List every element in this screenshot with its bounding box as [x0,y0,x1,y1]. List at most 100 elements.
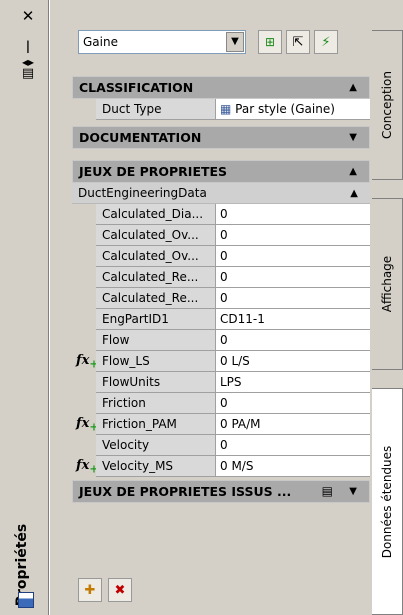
property-name: Velocity_MS [96,456,216,477]
property-value[interactable]: 0 [216,225,370,246]
row-gutter [72,99,96,120]
section-classification-header[interactable]: CLASSIFICATION ▲ [72,76,370,99]
property-name: Flow [96,330,216,351]
property-value[interactable]: LPS [216,372,370,393]
collapse-icon[interactable]: ▲ [349,77,357,98]
property-value[interactable]: CD11-1 [216,309,370,330]
formula-icon-text: fx [76,416,90,431]
property-name: Flow_LS [96,351,216,372]
property-value[interactable]: 0 L/S [216,351,370,372]
property-value[interactable]: 0 [216,267,370,288]
tab-label: Conception [380,71,394,139]
palette-title-strip: ✕ |◂▸ ▤ Propriétés [0,0,48,615]
tab-strip: Conception Affichage Données étendues [372,30,403,615]
section-title: JEUX DE PROPRIETES ISSUS ... [79,484,292,499]
table-row: EngPartID1 CD11-1 [72,309,370,330]
subgroup-header[interactable]: DuctEngineeringData ▲ [72,183,370,204]
property-name: Calculated_Re... [96,288,216,309]
formula-icon-text: fx [76,353,90,368]
palette-settings-icon[interactable] [18,592,34,608]
table-row: Velocity 0 [72,435,370,456]
select-objects-icon: ⇱ [292,34,304,50]
close-icon[interactable]: ✕ [20,8,36,24]
table-row: fx+ Friction_PAM 0 PA/M [72,414,370,435]
property-value[interactable]: 0 [216,204,370,225]
chevron-down-icon[interactable]: ▼ [226,32,244,52]
property-value-text: Par style (Gaine) [235,102,335,116]
property-name: Friction [96,393,216,414]
formula-icon-text: fx [76,458,90,473]
property-name: Calculated_Dia... [96,204,216,225]
row-gutter: fx+ [72,456,99,477]
table-row: Calculated_Dia... 0 [72,204,370,225]
tab-conception[interactable]: Conception [372,30,403,180]
property-value[interactable]: ▦ Par style (Gaine) [216,99,370,120]
section-jeux-header[interactable]: JEUX DE PROPRIETES ▲ [72,160,370,183]
quick-select-icon: ⚡ [321,34,331,50]
section-title: JEUX DE PROPRIETES [79,164,228,179]
tab-donnees-etendues[interactable]: Données étendues [372,388,403,615]
row-gutter: fx+ [72,414,99,435]
property-name: Duct Type [96,99,216,120]
property-value[interactable]: 0 M/S [216,456,370,477]
property-value[interactable]: 0 PA/M [216,414,370,435]
property-value[interactable]: 0 [216,288,370,309]
row-gutter [72,309,96,330]
property-name: Calculated_Re... [96,267,216,288]
remove-property-set-icon: ✖ [114,582,126,598]
property-name: Calculated_Ov... [96,246,216,267]
section-documentation-header[interactable]: DOCUMENTATION ▼ [72,126,370,149]
table-row: Friction 0 [72,393,370,414]
property-value[interactable]: 0 [216,330,370,351]
properties-menu-icon[interactable]: ▤ [20,66,36,82]
row-gutter [72,435,96,456]
row-gutter [72,288,96,309]
row-gutter [72,330,96,351]
remove-property-set-button[interactable]: ✖ [108,578,132,602]
quick-select-button[interactable]: ⚡ [314,30,338,54]
table-row: Calculated_Ov... 0 [72,225,370,246]
collapse-icon[interactable]: ▲ [349,161,357,182]
row-gutter [72,372,96,393]
table-row: Duct Type ▦ Par style (Gaine) [72,99,370,120]
table-row: Calculated_Re... 0 [72,288,370,309]
property-name: FlowUnits [96,372,216,393]
tab-affichage[interactable]: Affichage [372,198,403,370]
object-type-value: Gaine [83,35,118,49]
tab-label: Données étendues [380,445,394,558]
table-row: Calculated_Ov... 0 [72,246,370,267]
property-name: Velocity [96,435,216,456]
object-type-select[interactable]: Gaine ▼ [78,30,246,54]
row-gutter [72,246,96,267]
row-gutter [72,225,96,246]
expand-icon[interactable]: ▼ [349,481,357,502]
add-property-set-button[interactable]: ✚ [78,578,102,602]
property-name: EngPartID1 [96,309,216,330]
table-row: fx+ Flow_LS 0 L/S [72,351,370,372]
collapse-icon[interactable]: ▲ [350,183,358,204]
toggle-pickadd-button[interactable]: ⊞ [258,30,282,54]
property-value[interactable]: 0 [216,393,370,414]
property-value[interactable]: 0 [216,435,370,456]
section-title: CLASSIFICATION [79,80,194,95]
properties-panel: Gaine ▼ ⊞ ⇱ ⚡ CLASSIFICATION ▲ Duct Type… [52,0,372,615]
subgroup-title: DuctEngineeringData [78,186,207,200]
autohide-icon[interactable]: |◂▸ [20,38,36,69]
select-objects-button[interactable]: ⇱ [286,30,310,54]
table-row: Calculated_Re... 0 [72,267,370,288]
table-icon: ▦ [220,102,232,116]
expand-icon[interactable]: ▼ [349,127,357,148]
row-gutter [72,204,96,225]
add-property-set-icon: ✚ [84,582,96,598]
table-row: fx+ Velocity_MS 0 M/S [72,456,370,477]
row-gutter: fx+ [72,351,99,372]
property-name: Friction_PAM [96,414,216,435]
row-gutter [72,267,96,288]
pickadd-icon: ⊞ [264,35,276,49]
property-value[interactable]: 0 [216,246,370,267]
row-gutter [72,393,96,414]
table-row: FlowUnits LPS [72,372,370,393]
section-title: DOCUMENTATION [79,130,202,145]
edit-property-sets-icon[interactable]: ▤ [322,481,333,502]
section-jeux-issus-header[interactable]: JEUX DE PROPRIETES ISSUS ... ▤ ▼ [72,480,370,503]
